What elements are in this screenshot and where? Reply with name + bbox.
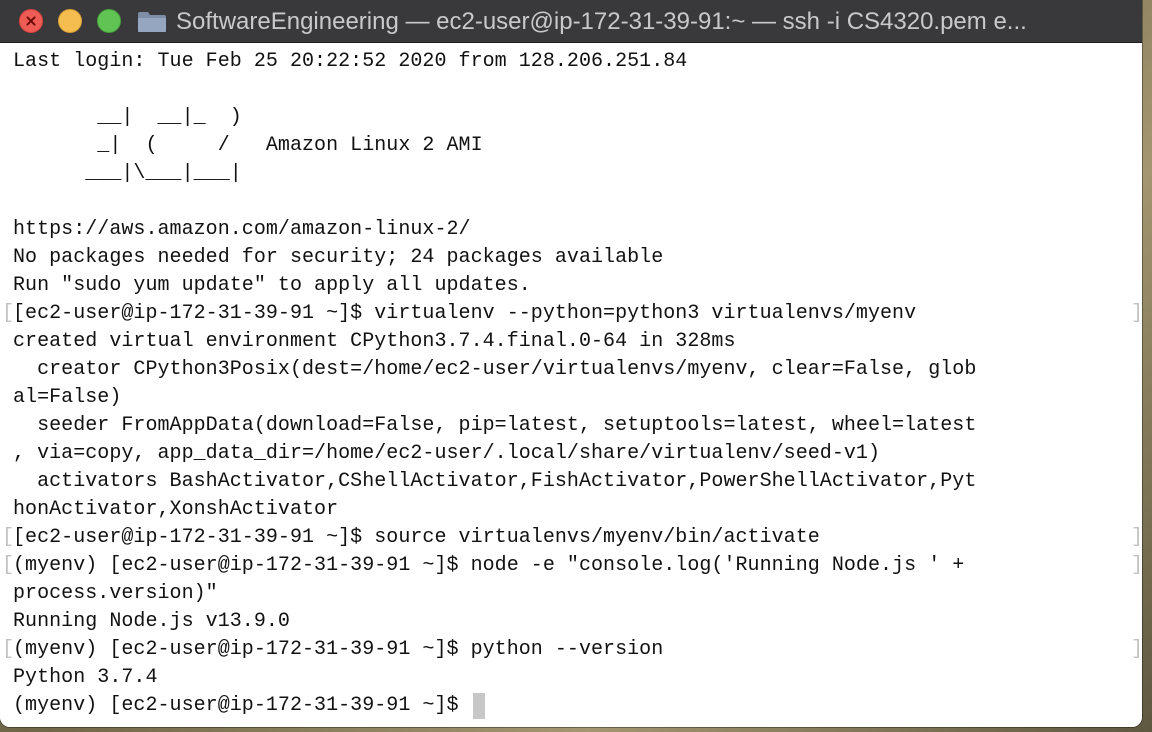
motd-banner-line: _| ( / Amazon Linux 2 AMI <box>13 134 483 157</box>
output-line: honActivator,XonshActivator <box>13 498 339 521</box>
output-line: al=False) <box>13 386 122 409</box>
output-line: creator CPython3Posix(dest=/home/ec2-use… <box>13 358 977 381</box>
command-line: (myenv) [ec2-user@ip-172-31-39-91 ~]$ no… <box>2 552 1142 580</box>
command-line: [ec2-user@ip-172-31-39-91 ~]$ source vir… <box>2 524 1142 552</box>
output-line: Run "sudo yum update" to apply all updat… <box>13 274 531 297</box>
folder-icon <box>138 12 166 32</box>
command-line: [ec2-user@ip-172-31-39-91 ~]$ virtualenv… <box>2 300 1142 328</box>
maximize-icon[interactable] <box>97 9 121 33</box>
output-line: activators BashActivator,CShellActivator… <box>13 470 977 493</box>
output-line: process.version)" <box>13 582 218 605</box>
command-line: (myenv) [ec2-user@ip-172-31-39-91 ~]$ py… <box>2 636 1142 664</box>
close-icon[interactable] <box>19 9 43 33</box>
output-line: seeder FromAppData(download=False, pip=l… <box>13 414 977 437</box>
output-line: https://aws.amazon.com/amazon-linux-2/ <box>13 218 471 241</box>
scrollbar[interactable] <box>1134 43 1142 727</box>
terminal-output[interactable]: Last login: Tue Feb 25 20:22:52 2020 fro… <box>2 48 1142 720</box>
minimize-icon[interactable] <box>58 9 82 33</box>
output-line: No packages needed for security; 24 pack… <box>13 246 664 269</box>
motd-banner-line: ___|\___|___| <box>13 162 242 185</box>
text-cursor[interactable] <box>472 693 485 719</box>
output-line: created virtual environment CPython3.7.4… <box>13 330 736 353</box>
output-line: Python 3.7.4 <box>13 666 158 689</box>
output-line: , via=copy, app_data_dir=/home/ec2-user/… <box>13 442 881 465</box>
terminal-content[interactable]: Last login: Tue Feb 25 20:22:52 2020 fro… <box>0 43 1142 727</box>
terminal-window: SoftwareEngineering — ec2-user@ip-172-31… <box>0 0 1142 727</box>
output-line: Running Node.js v13.9.0 <box>13 610 290 633</box>
output-line: Last login: Tue Feb 25 20:22:52 2020 fro… <box>13 50 688 73</box>
title-bar[interactable]: SoftwareEngineering — ec2-user@ip-172-31… <box>0 0 1142 43</box>
prompt-text: (myenv) [ec2-user@ip-172-31-39-91 ~]$ <box>13 694 471 717</box>
active-prompt-line[interactable]: (myenv) [ec2-user@ip-172-31-39-91 ~]$ <box>13 692 1133 720</box>
motd-banner-line: __| __|_ ) <box>13 106 242 129</box>
window-title: SoftwareEngineering — ec2-user@ip-172-31… <box>176 8 1027 35</box>
